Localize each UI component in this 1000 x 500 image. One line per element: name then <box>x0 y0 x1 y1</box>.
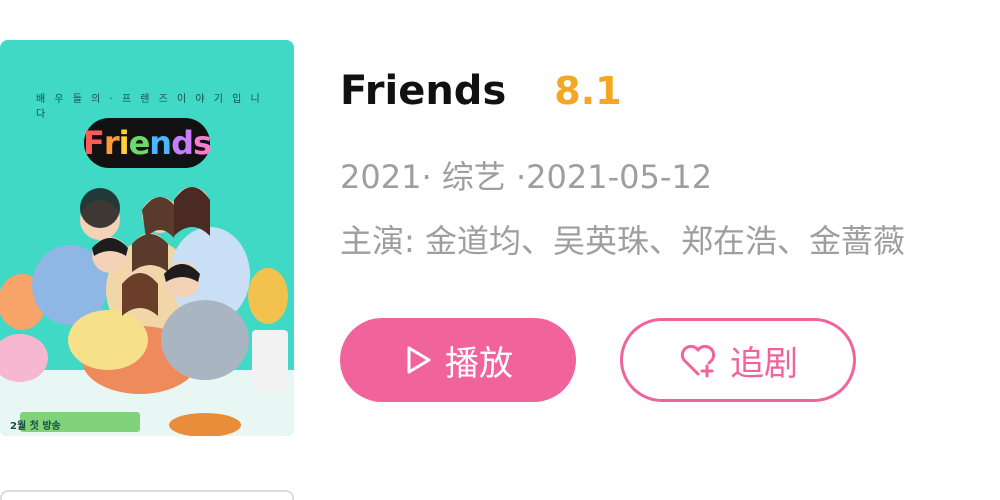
play-triangle-icon <box>403 345 433 375</box>
poster-tagline: 배 우 들 의 · 프 렌 즈 이 야 기 입 니 다 <box>36 94 263 120</box>
poster-footer: 2월 첫 방송 <box>10 421 61 432</box>
show-card: 배 우 들 의 · 프 렌 즈 이 야 기 입 니 다 Friends 2월 첫… <box>0 0 1000 500</box>
play-button[interactable]: 播放 <box>340 318 576 402</box>
show-poster[interactable]: 배 우 들 의 · 프 렌 즈 이 야 기 입 니 다 Friends 2월 첫… <box>0 40 294 436</box>
show-meta: 2021· 综艺 ·2021-05-12 <box>340 158 713 196</box>
poster-logo: Friends <box>83 118 212 168</box>
play-button-label: 播放 <box>445 343 513 384</box>
follow-button[interactable]: 追剧 <box>620 318 856 402</box>
show-rating: 8.1 <box>554 69 622 113</box>
show-cast: 主演: 金道均、吴英珠、郑在浩、金蔷薇 <box>340 222 905 260</box>
next-card-edge <box>0 490 294 500</box>
heart-plus-icon <box>678 342 718 378</box>
follow-button-label: 追剧 <box>730 343 798 384</box>
show-title[interactable]: Friends <box>340 68 506 114</box>
title-row: Friends 8.1 <box>340 64 622 118</box>
